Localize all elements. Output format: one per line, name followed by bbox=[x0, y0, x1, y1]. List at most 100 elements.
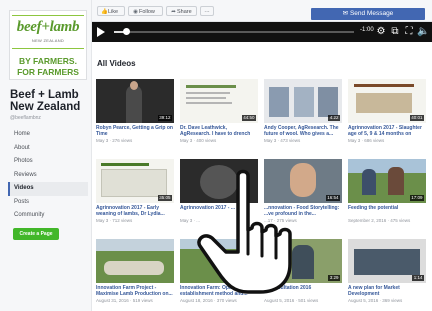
nav-item-home[interactable]: Home bbox=[8, 128, 88, 142]
person-figure bbox=[388, 167, 404, 195]
video-title[interactable]: A new plan for Market Development bbox=[348, 285, 426, 297]
logo-sub-text: NEW ZEALAND bbox=[31, 38, 65, 43]
video-card[interactable]: 40:01 Agrinnovation 2017 - Slaughter age… bbox=[348, 79, 426, 157]
settings-gear-icon[interactable]: ⚙ bbox=[375, 25, 387, 39]
more-options-button[interactable]: ··· bbox=[200, 6, 214, 16]
video-thumbnail[interactable] bbox=[96, 239, 174, 283]
section-title: All Videos bbox=[97, 59, 136, 68]
video-meta: August 5, 2016 · 501 views bbox=[264, 298, 319, 303]
video-title[interactable]: Agrinnovation 2017 - Early weaning of la… bbox=[96, 205, 174, 217]
logo-rule-bottom bbox=[12, 48, 84, 49]
seek-bar[interactable] bbox=[114, 28, 354, 35]
page-nav: Home About Photos Reviews Videos Posts C… bbox=[8, 128, 88, 223]
slide-heading bbox=[186, 85, 236, 88]
sheep-flock bbox=[104, 261, 164, 275]
pointing-hand-icon bbox=[197, 169, 292, 294]
slide-chart bbox=[356, 93, 412, 113]
page-handle[interactable]: @beeflambnz bbox=[10, 115, 41, 121]
rss-icon: ◉ bbox=[133, 9, 138, 15]
video-card[interactable]: 1:14 A new plan for Market Development A… bbox=[348, 239, 426, 311]
seek-handle[interactable] bbox=[123, 28, 130, 35]
sky bbox=[348, 159, 426, 173]
video-duration: 3:29 bbox=[328, 275, 340, 281]
video-meta: August 18, 2016 · 370 views bbox=[180, 298, 237, 303]
video-card[interactable]: 39:12 Robyn Pearce, Getting a Grip on Ti… bbox=[96, 79, 174, 157]
messenger-icon: ✉ bbox=[342, 10, 350, 17]
video-meta: May 3 · 473 views bbox=[264, 138, 301, 143]
share-label: Share bbox=[177, 9, 192, 15]
slide-table bbox=[101, 169, 167, 197]
video-title[interactable]: Innovation Farm Project - Maximise Lamb … bbox=[96, 285, 174, 297]
like-button[interactable]: 👍Like bbox=[97, 6, 125, 16]
nav-item-photos[interactable]: Photos bbox=[8, 155, 88, 169]
video-thumbnail[interactable]: 1:14 bbox=[348, 239, 426, 283]
video-meta: September 2, 2016 · 475 views bbox=[348, 218, 411, 223]
video-card[interactable]: 17:09 Feeding the potential September 2,… bbox=[348, 159, 426, 237]
share-arrow-icon: ➦ bbox=[171, 9, 176, 15]
video-duration: 44:50 bbox=[241, 115, 256, 121]
nav-item-community[interactable]: Community bbox=[8, 209, 88, 223]
video-meta: May 3 · 686 views bbox=[348, 138, 385, 143]
speaker-head bbox=[130, 81, 138, 90]
video-meta: May 3 · 276 views bbox=[96, 138, 133, 143]
video-thumbnail[interactable]: 40:01 bbox=[348, 79, 426, 123]
video-card[interactable]: 4:22 Andy Cooper, AgResearch. The future… bbox=[264, 79, 342, 157]
page-sidebar: beef+lamb NEW ZEALAND BY FARMERS. FOR FA… bbox=[0, 0, 92, 311]
slide-heading bbox=[354, 84, 414, 87]
speaker-face bbox=[269, 87, 289, 117]
video-thumbnail[interactable]: 35:05 bbox=[96, 159, 174, 203]
person-figure bbox=[362, 169, 376, 195]
video-thumbnail[interactable]: 44:50 bbox=[180, 79, 258, 123]
page-title[interactable]: Beef + Lamb New Zealand bbox=[10, 89, 90, 113]
slide-line bbox=[186, 92, 230, 94]
page-profile-logo[interactable]: beef+lamb NEW ZEALAND BY FARMERS. FOR FA… bbox=[9, 10, 87, 80]
video-meta: May 3 · 712 views bbox=[96, 218, 133, 223]
video-title[interactable]: Robyn Pearce, Getting a Grip on Time bbox=[96, 125, 174, 137]
follow-button[interactable]: ◉Follow bbox=[128, 6, 163, 16]
video-thumbnail[interactable]: 4:22 bbox=[264, 79, 342, 123]
video-card[interactable]: Innovation Farm Project - Maximise Lamb … bbox=[96, 239, 174, 311]
slide-heading bbox=[101, 163, 149, 166]
logo-tagline-1: BY FARMERS. bbox=[19, 56, 77, 66]
video-title[interactable]: Andy Cooper, AgResearch. The future of w… bbox=[264, 125, 342, 137]
video-title[interactable]: Feeding the potential bbox=[348, 205, 426, 211]
audience bbox=[354, 249, 420, 275]
video-duration: 40:01 bbox=[409, 115, 424, 121]
speaker-figure bbox=[126, 85, 142, 123]
thumbs-up-icon: 👍 bbox=[101, 9, 108, 15]
logo-rule-top bbox=[12, 15, 84, 16]
logo-brand-text: beef+lamb bbox=[16, 19, 80, 35]
page-action-bar: 👍Like ◉Follow ➦Share ··· ✉ Send Message bbox=[92, 0, 432, 22]
video-card[interactable]: 35:05 Agrinnovation 2017 - Early weaning… bbox=[96, 159, 174, 237]
time-remaining: -1:00 bbox=[360, 27, 374, 33]
video-thumbnail[interactable]: 39:12 bbox=[96, 79, 174, 123]
send-message-label: Send Message bbox=[349, 10, 394, 17]
speaker-face bbox=[294, 87, 314, 117]
video-title[interactable]: Agrinnovation 2017 - Slaughter age of 5,… bbox=[348, 125, 426, 137]
follow-label: Follow bbox=[139, 9, 155, 15]
video-thumbnail[interactable]: 17:09 bbox=[348, 159, 426, 203]
sky bbox=[96, 239, 174, 251]
share-button[interactable]: ➦Share bbox=[166, 6, 197, 16]
volume-icon[interactable]: 🔈 bbox=[417, 25, 429, 39]
video-card[interactable]: 44:50 Dr. Dave Leathwick, AgResearch. I … bbox=[180, 79, 258, 157]
nav-item-videos[interactable]: Videos bbox=[8, 182, 88, 196]
play-icon[interactable] bbox=[97, 27, 105, 37]
video-title[interactable]: Dr. Dave Leathwick, AgResearch. I have t… bbox=[180, 125, 258, 137]
nav-item-posts[interactable]: Posts bbox=[8, 196, 88, 210]
slide-line bbox=[186, 102, 232, 104]
nav-item-about[interactable]: About bbox=[8, 142, 88, 156]
logo-tagline-2: FOR FARMERS bbox=[17, 67, 79, 77]
video-duration: 1:14 bbox=[412, 275, 424, 281]
create-page-button[interactable]: Create a Page bbox=[13, 228, 59, 240]
speaker-face bbox=[318, 87, 338, 117]
video-duration: 39:12 bbox=[157, 115, 172, 121]
popout-icon[interactable]: ⧉ bbox=[389, 25, 401, 39]
video-meta: August 5, 2016 · 369 views bbox=[348, 298, 403, 303]
fullscreen-icon[interactable]: ⛶ bbox=[403, 25, 415, 39]
send-message-button[interactable]: ✉ Send Message bbox=[311, 8, 425, 20]
nav-item-reviews[interactable]: Reviews bbox=[8, 169, 88, 183]
slide-line bbox=[186, 97, 226, 99]
video-duration: 35:05 bbox=[157, 195, 172, 201]
video-player-controls: -1:00 ⚙ ⧉ ⛶ 🔈 bbox=[92, 22, 432, 42]
